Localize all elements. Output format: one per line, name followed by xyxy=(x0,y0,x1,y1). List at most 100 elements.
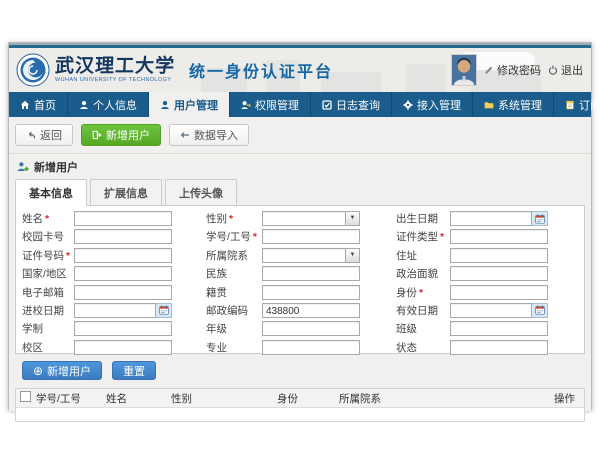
identity-input[interactable] xyxy=(450,285,548,300)
field-label-postal-code: 邮政编码 xyxy=(206,303,262,318)
add-user-button[interactable]: 新增用户 xyxy=(81,124,161,146)
field-label-department: 所属院系 xyxy=(206,248,262,263)
form-column: 姓名*校园卡号证件号码*国家/地区电子邮箱进校日期学制校区 xyxy=(22,210,172,357)
form-row: 电子邮箱 xyxy=(22,284,172,301)
table-header-row: 学号/工号姓名性别身份所属院系操作 xyxy=(16,389,584,408)
form-column: 性别*▼学号/工号*所属院系▼民族籍贯邮政编码438800年级专业 xyxy=(206,210,360,357)
nav-item-personal-info[interactable]: 个人信息 xyxy=(68,92,149,117)
nav-item-system-management[interactable]: 系统管理 xyxy=(473,92,554,117)
nav-item-access-management[interactable]: 接入管理 xyxy=(392,92,473,117)
student-employee-id-input[interactable] xyxy=(262,229,360,244)
political-status-input[interactable] xyxy=(450,266,548,281)
nav-item-label: 订阅管理 xyxy=(579,97,600,113)
nav-item-home[interactable]: 首页 xyxy=(9,92,68,117)
main-nav: 首页个人信息用户管理权限管理日志查询接入管理系统管理订阅管理 xyxy=(9,92,591,117)
reset-button[interactable]: 重置 xyxy=(112,361,156,380)
birth-date-input[interactable] xyxy=(450,211,532,226)
id-type-input[interactable] xyxy=(450,229,548,244)
select-all-checkbox[interactable] xyxy=(20,391,31,402)
field-label-school-system: 学制 xyxy=(22,321,74,336)
nav-item-permission-management[interactable]: 权限管理 xyxy=(230,92,311,117)
change-password-link[interactable]: 修改密码 xyxy=(484,62,541,78)
university-name: 武汉理工大学 WUHAN UNIVERSITY OF TECHNOLOGY xyxy=(55,57,175,84)
home-icon xyxy=(20,100,30,110)
calendar-icon[interactable] xyxy=(156,303,172,318)
data-import-button[interactable]: 数据导入 xyxy=(169,124,249,146)
form-row: 年级 xyxy=(206,320,360,337)
required-asterisk: * xyxy=(45,213,49,225)
form-row: 出生日期 xyxy=(396,210,548,227)
form-actions: ⊕ 新增用户 重置 xyxy=(22,361,591,380)
table-header-cell: 身份 xyxy=(277,391,339,406)
field-label-native-place: 籍贯 xyxy=(206,285,262,300)
field-label-grade: 年级 xyxy=(206,321,262,336)
address-input[interactable] xyxy=(450,248,548,263)
dropdown-arrow-icon[interactable]: ▼ xyxy=(345,212,359,225)
required-asterisk: * xyxy=(253,231,257,243)
postal-code-input[interactable]: 438800 xyxy=(262,303,360,318)
folder-icon xyxy=(484,100,494,110)
school-system-input[interactable] xyxy=(74,321,172,336)
nav-item-user-management[interactable]: 用户管理 xyxy=(149,92,230,117)
table-header-cell: 所属院系 xyxy=(339,391,554,406)
app-window: 武汉理工大学 WUHAN UNIVERSITY OF TECHNOLOGY 统一… xyxy=(8,42,592,410)
form-row: 籍贯 xyxy=(206,284,360,301)
country-region-input[interactable] xyxy=(74,266,172,281)
campus-card-no-input[interactable] xyxy=(74,229,172,244)
nav-item-subscription-management[interactable]: 订阅管理 xyxy=(554,92,600,117)
page-title: 统一身份认证平台 xyxy=(189,58,333,82)
name-input[interactable] xyxy=(74,211,172,226)
person-icon xyxy=(79,100,89,110)
major-input[interactable] xyxy=(262,340,360,355)
field-label-student-employee-id: 学号/工号* xyxy=(206,229,262,244)
field-label-ethnicity: 民族 xyxy=(206,266,262,281)
ethnicity-input[interactable] xyxy=(262,266,360,281)
grade-input[interactable] xyxy=(262,321,360,336)
tab-basic-info[interactable]: 基本信息 xyxy=(15,179,87,206)
id-number-input[interactable] xyxy=(74,248,172,263)
nav-item-log-query[interactable]: 日志查询 xyxy=(311,92,392,117)
add-user-submit-label: 新增用户 xyxy=(47,363,91,379)
form-row: 所属院系 ▼ xyxy=(206,247,360,264)
tab-extended-info[interactable]: 扩展信息 xyxy=(90,179,162,205)
form-row: 班级 xyxy=(396,320,548,337)
gear-icon xyxy=(403,100,413,110)
native-place-input[interactable] xyxy=(262,285,360,300)
required-asterisk: * xyxy=(419,287,423,299)
logout-link[interactable]: 退出 xyxy=(548,62,583,78)
back-button[interactable]: 返回 xyxy=(15,124,73,146)
department-select[interactable]: ▼ xyxy=(262,248,360,263)
status-input[interactable] xyxy=(450,340,548,355)
field-label-id-type: 证件类型* xyxy=(396,229,450,244)
campus-input[interactable] xyxy=(74,340,172,355)
form-row: 姓名* xyxy=(22,210,172,227)
add-user-submit-button[interactable]: ⊕ 新增用户 xyxy=(22,361,102,380)
valid-date-input[interactable] xyxy=(450,303,532,318)
dropdown-arrow-icon[interactable]: ▼ xyxy=(345,249,359,262)
field-label-political-status: 政治面貌 xyxy=(396,266,450,281)
tab-upload-avatar[interactable]: 上传头像 xyxy=(165,179,237,205)
field-label-campus: 校区 xyxy=(22,340,74,355)
entry-date-input[interactable] xyxy=(74,303,156,318)
field-label-gender: 性别* xyxy=(206,211,262,226)
reset-button-label: 重置 xyxy=(123,363,145,379)
logout-label: 退出 xyxy=(561,62,583,78)
field-label-status: 状态 xyxy=(396,340,450,355)
field-label-id-number: 证件号码* xyxy=(22,248,74,263)
form-row: 国家/地区 xyxy=(22,265,172,282)
calendar-icon[interactable] xyxy=(532,303,548,318)
plus-circle-icon: ⊕ xyxy=(33,365,43,377)
class-input[interactable] xyxy=(450,321,548,336)
form-column: 出生日期证件类型*住址政治面貌身份*有效日期班级状态 xyxy=(396,210,548,357)
form-row: 民族 xyxy=(206,265,360,282)
calendar-icon[interactable] xyxy=(532,211,548,226)
gender-select[interactable]: ▼ xyxy=(262,211,360,226)
email-input[interactable] xyxy=(74,285,172,300)
form-row: 邮政编码438800 xyxy=(206,302,360,319)
required-asterisk: * xyxy=(66,250,70,262)
user-avatar[interactable] xyxy=(451,54,477,86)
pencil-icon xyxy=(484,65,494,75)
back-button-label: 返回 xyxy=(40,127,62,143)
field-label-campus-card-no: 校园卡号 xyxy=(22,229,74,244)
field-label-country-region: 国家/地区 xyxy=(22,266,74,281)
